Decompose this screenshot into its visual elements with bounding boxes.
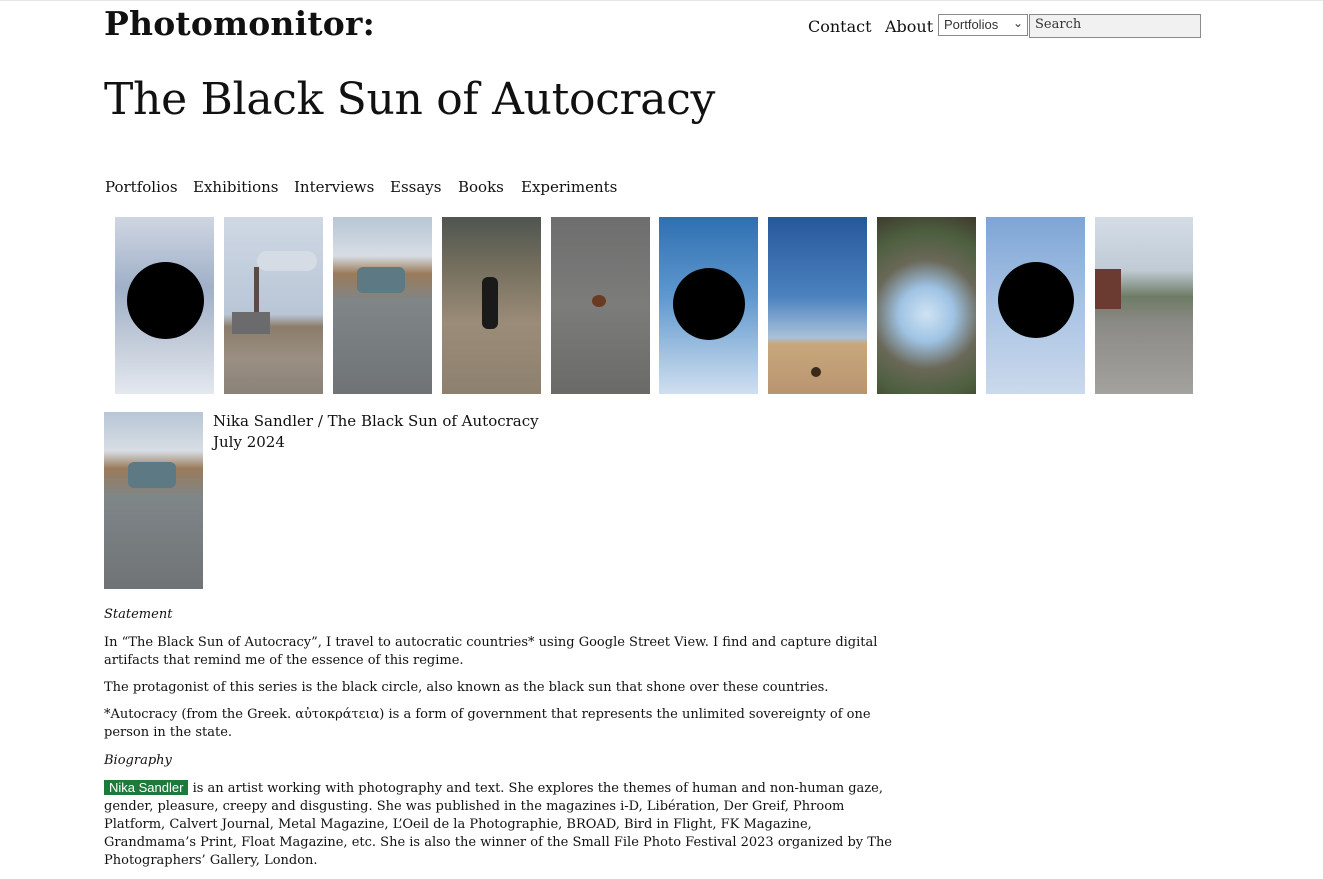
main-nav-interviews[interactable]: Interviews — [294, 178, 374, 196]
statement-paragraph: The protagonist of this series is the bl… — [104, 680, 829, 695]
gallery-thumbnail[interactable] — [551, 217, 650, 394]
artist-name-highlight[interactable]: Nika Sandler — [104, 780, 189, 795]
section-select[interactable]: Portfolios ⌄ — [938, 14, 1028, 36]
top-border — [0, 0, 1323, 1]
credit-date: July 2024 — [213, 433, 285, 451]
chevron-down-icon: ⌄ — [1012, 16, 1023, 30]
credit-author-title: Nika Sandler / The Black Sun of Autocrac… — [213, 412, 539, 430]
statement-paragraph: In “The Black Sun of Autocracy”, I trave… — [104, 635, 878, 668]
page-title: The Black Sun of Autocracy — [104, 74, 716, 125]
statement-heading: Statement — [104, 607, 173, 622]
main-nav-books[interactable]: Books — [458, 178, 504, 196]
gallery-thumbnail[interactable] — [333, 217, 432, 394]
biography-heading: Biography — [104, 753, 172, 768]
search-input[interactable]: Search — [1029, 14, 1201, 38]
gallery-thumbnail[interactable] — [442, 217, 541, 394]
black-sun — [673, 268, 745, 340]
gallery-thumbnail[interactable] — [1095, 217, 1193, 394]
nav-about-link[interactable]: About — [885, 17, 933, 36]
black-sun — [998, 262, 1074, 338]
gallery-thumbnail[interactable] — [877, 217, 976, 394]
main-nav-experiments[interactable]: Experiments — [521, 178, 617, 196]
article-body: Statement In “The Black Sun of Autocracy… — [104, 606, 894, 870]
gallery-thumbnail[interactable] — [768, 217, 867, 394]
nav-contact-link[interactable]: Contact — [808, 17, 872, 36]
statement-footnote: *Autocracy (from the Greek. αὐτοκράτεια)… — [104, 707, 871, 740]
main-nav-essays[interactable]: Essays — [390, 178, 441, 196]
main-nav-portfolios[interactable]: Portfolios — [105, 178, 178, 196]
black-sun — [127, 262, 204, 339]
section-select-value: Portfolios — [944, 17, 999, 32]
gallery-thumbnail[interactable] — [224, 217, 323, 394]
cover-image[interactable] — [104, 412, 203, 589]
gallery-thumbnail[interactable] — [986, 217, 1085, 394]
credit-block: Nika Sandler / The Black Sun of Autocrac… — [213, 411, 539, 453]
biography-text: is an artist working with photography an… — [104, 781, 893, 868]
main-nav-exhibitions[interactable]: Exhibitions — [193, 178, 278, 196]
site-logo[interactable]: Photomonitor: — [104, 4, 375, 43]
gallery-thumbnail[interactable] — [659, 217, 758, 394]
gallery-thumbnail[interactable] — [115, 217, 214, 394]
biography-paragraph: Nika Sandler is an artist working with p… — [104, 779, 894, 870]
